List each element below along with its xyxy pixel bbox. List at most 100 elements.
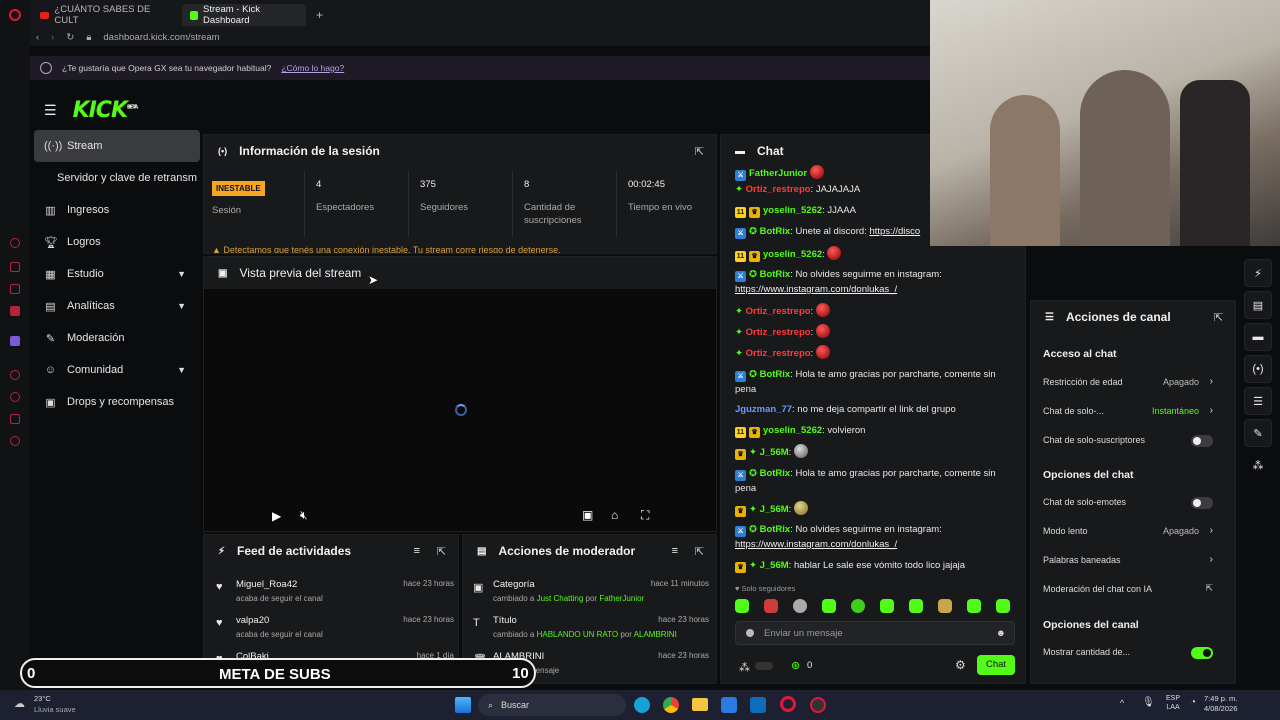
popout-icon[interactable]: ⇱ — [695, 145, 704, 158]
mute-icon[interactable]: 🔇︎ — [300, 508, 308, 523]
lightning-icon[interactable]: ⚡︎ — [1244, 259, 1272, 287]
chat-username[interactable]: Ortiz_restrepo — [746, 306, 811, 317]
setting-slow-mode[interactable]: Modo lento Apagado › — [1043, 525, 1213, 540]
folder-icon[interactable] — [692, 698, 708, 711]
emote-icon[interactable] — [735, 599, 749, 613]
filter-icon[interactable]: ≡ — [672, 545, 678, 557]
chat-username[interactable]: Ortiz_restrepo — [746, 327, 811, 338]
setting-show-count[interactable]: Mostrar cantidad de... — [1043, 647, 1213, 661]
sidebar-icon-5[interactable] — [10, 370, 20, 380]
edge-icon[interactable] — [634, 697, 650, 713]
emote-icon[interactable] — [996, 599, 1010, 613]
chat-username[interactable]: J_56M — [760, 504, 789, 515]
app-icon[interactable] — [810, 697, 826, 713]
item-name[interactable]: valpa20 — [236, 615, 269, 626]
sidebar-icon-2[interactable] — [10, 262, 20, 272]
setting-age-restriction[interactable]: Restricción de edad Apagado › — [1043, 376, 1213, 391]
reload-icon[interactable]: ↻ — [66, 32, 74, 43]
sidebar-item-server-key[interactable]: Servidor y clave de retransm — [34, 162, 200, 194]
lang-indicator[interactable]: ESP LAA — [1166, 694, 1180, 712]
emoji-icon[interactable]: ☻ — [996, 628, 1006, 639]
setting-banned-words[interactable]: Palabras baneadas › — [1043, 554, 1213, 569]
sliders-icon[interactable]: ☰ — [1244, 387, 1272, 415]
send-chat-button[interactable]: Chat — [977, 655, 1015, 675]
sidebar-item-analiticas[interactable]: ▤ Analíticas ▼ — [34, 290, 200, 322]
points-toggle[interactable] — [755, 662, 773, 670]
broadcast-icon[interactable]: (•) — [1244, 355, 1272, 383]
gear-icon[interactable]: ⚙ — [955, 658, 966, 672]
emote-icon[interactable] — [764, 599, 778, 613]
emote-icon[interactable] — [793, 599, 807, 613]
sub-user[interactable]: FatherJunior — [599, 594, 644, 603]
kick-logo[interactable]: KICKBETA — [73, 98, 139, 123]
twitch-icon[interactable] — [10, 336, 20, 346]
new-tab-button[interactable]: + — [308, 4, 328, 26]
weather-temp[interactable]: 23°C — [34, 694, 51, 703]
chat-bubble-icon[interactable]: ▬ — [1244, 323, 1272, 351]
popout-icon[interactable]: ⇱ — [1214, 311, 1223, 324]
chat-username[interactable]: FatherJunior — [749, 168, 807, 179]
sidebar-icon-4[interactable] — [10, 306, 20, 316]
connect-icon[interactable]: ⁂ — [1244, 451, 1272, 479]
show-count-toggle[interactable] — [1191, 647, 1213, 659]
sidebar-item-moderacion[interactable]: ✎ Moderación — [34, 322, 200, 354]
setting-subs-only[interactable]: Chat de solo-suscriptores — [1043, 435, 1213, 449]
chat-link[interactable]: https://www.instagram.com/donlukas_/ — [735, 539, 897, 550]
windows-start-icon[interactable] — [455, 697, 471, 713]
connect-icon[interactable]: ⁂ — [739, 661, 750, 674]
clip-icon[interactable]: ⌂ — [611, 508, 618, 522]
chat-username[interactable]: J_56M — [760, 447, 789, 458]
emote-icon[interactable] — [909, 599, 923, 613]
outlook-icon[interactable] — [750, 697, 766, 713]
clock[interactable]: 7:49 p. m. 4/08/2026 — [1204, 694, 1237, 714]
wrench-icon[interactable]: ✎ — [1244, 419, 1272, 447]
setting-chat-delay[interactable]: Chat de solo-... Instantáneo › — [1043, 405, 1213, 420]
chat-username[interactable]: BotRix — [760, 468, 791, 479]
emote-icon[interactable] — [822, 599, 836, 613]
tray-chevron-icon[interactable]: ^ — [1120, 698, 1124, 708]
back-icon[interactable]: ‹ — [36, 32, 39, 43]
chat-username[interactable]: BotRix — [760, 226, 791, 237]
filter-icon[interactable]: ≡ — [414, 545, 420, 557]
item-name[interactable]: Miguel_Roa42 — [236, 579, 297, 590]
tab-quiz[interactable]: ¿CUÁNTO SABES DE CULT — [32, 4, 178, 26]
emote-icon[interactable] — [967, 599, 981, 613]
taskbar-search[interactable]: ⌕ Buscar — [478, 694, 626, 716]
forward-icon[interactable]: › — [51, 32, 54, 43]
popout-icon[interactable]: ⇱ — [437, 545, 446, 558]
setting-emotes-only[interactable]: Chat de solo-emotes — [1043, 497, 1213, 511]
chat-link[interactable]: https://www.instagram.com/donlukas_/ — [735, 284, 897, 295]
chat-link[interactable]: https://disco — [869, 226, 920, 237]
tab-kick-dashboard[interactable]: Stream - Kick Dashboard — [182, 4, 306, 26]
subs-only-toggle[interactable] — [1191, 435, 1213, 447]
wifi-icon[interactable]: ◔ — [1190, 697, 1196, 708]
chat-username[interactable]: J_56M — [760, 560, 789, 571]
chat-username[interactable]: yoselin_5262 — [763, 249, 822, 260]
menu-icon[interactable]: ☰ — [44, 102, 57, 119]
sidebar-item-drops[interactable]: ▣ Drops y recompensas — [34, 386, 200, 418]
document-icon[interactable]: ▤ — [1244, 291, 1272, 319]
sidebar-icon-3[interactable] — [10, 284, 20, 294]
popout-icon[interactable]: ⇱ — [695, 545, 704, 558]
settings-icon[interactable] — [10, 436, 20, 446]
emotes-only-toggle[interactable] — [1191, 497, 1213, 509]
chat-username[interactable]: Ortiz_restrepo — [746, 348, 811, 359]
chat-username[interactable]: yoselin_5262 — [763, 425, 822, 436]
mic-icon[interactable]: 🎙︎ — [1142, 697, 1155, 708]
chat-username[interactable]: yoselin_5262 — [763, 205, 822, 216]
opera-gx-icon[interactable] — [780, 696, 796, 712]
setting-ai-moderation[interactable]: Moderación del chat con IA ⇱ — [1043, 583, 1213, 598]
chat-username[interactable]: BotRix — [760, 269, 791, 280]
chat-username[interactable]: Ortiz_restrepo — [746, 184, 811, 195]
sidebar-item-logros[interactable]: 🏆︎ Logros — [34, 226, 200, 258]
sidebar-item-ingresos[interactable]: ▥ Ingresos — [34, 194, 200, 226]
chat-username[interactable]: BotRix — [760, 524, 791, 535]
sidebar-item-comunidad[interactable]: ☺ Comunidad ▼ — [34, 354, 200, 386]
opera-logo[interactable] — [9, 9, 21, 21]
store-icon[interactable] — [721, 697, 737, 713]
play-icon[interactable]: ▶ — [272, 509, 281, 523]
emote-icon[interactable] — [851, 599, 865, 613]
sidebar-icon-6[interactable] — [10, 392, 20, 402]
sidebar-item-estudio[interactable]: ▦ Estudio ▼ — [34, 258, 200, 290]
emote-icon[interactable] — [880, 599, 894, 613]
